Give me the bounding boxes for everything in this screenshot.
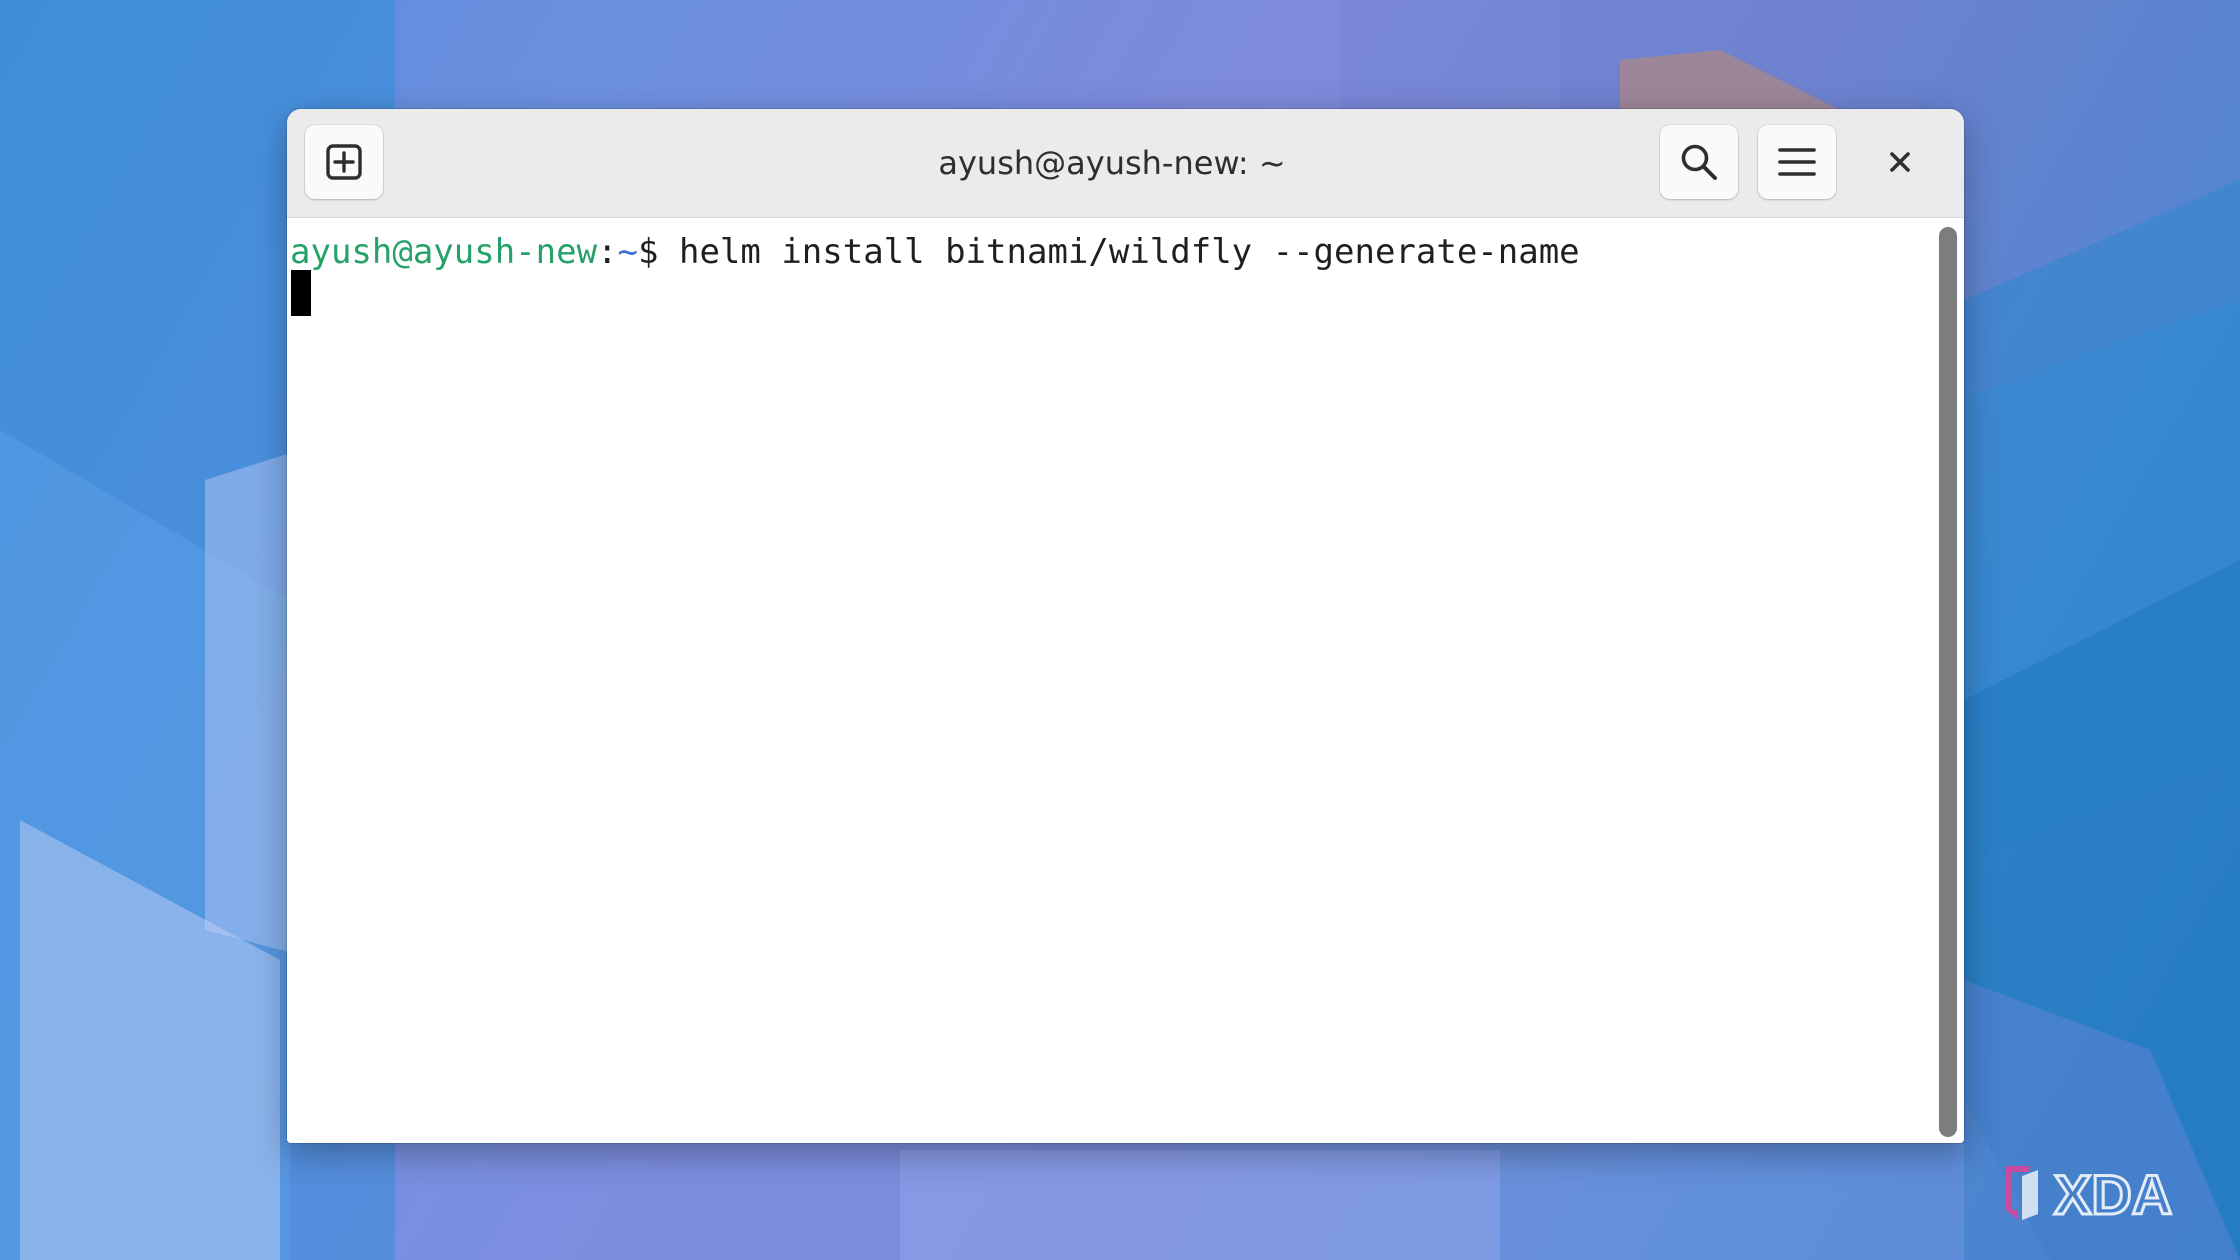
xda-logo-icon: XDA (2006, 1162, 2174, 1228)
xda-watermark: XDA (1996, 1158, 2206, 1228)
close-button[interactable] (1869, 131, 1931, 193)
scrollbar-thumb[interactable] (1939, 227, 1957, 1137)
search-icon (1681, 144, 1717, 180)
prompt-path: ~ (617, 232, 639, 272)
prompt-symbol: $ (638, 232, 659, 272)
new-tab-button[interactable] (305, 125, 383, 199)
hamburger-menu-icon (1778, 148, 1816, 176)
prompt-user-host: ayush@ayush-new (290, 232, 598, 272)
terminal-output[interactable]: ayush@ayush-new:~$ helm install bitnami/… (287, 218, 1933, 1143)
new-tab-icon (326, 144, 362, 180)
command-line: ayush@ayush-new:~$ helm install bitnami/… (290, 232, 1580, 272)
terminal-window: ayush@ayush-new: ~ ayush@ayush-new:~$ he… (287, 109, 1964, 1143)
close-icon (1890, 152, 1910, 172)
command-text: helm install bitnami/wildfly --generate-… (678, 232, 1580, 272)
headerbar: ayush@ayush-new: ~ (287, 109, 1964, 218)
window-title: ayush@ayush-new: ~ (938, 144, 1286, 182)
watermark-text: XDA (2054, 1163, 2172, 1226)
search-button[interactable] (1660, 125, 1738, 199)
main-menu-button[interactable] (1758, 125, 1836, 199)
prompt-separator: : (597, 232, 618, 272)
text-cursor (291, 270, 311, 316)
